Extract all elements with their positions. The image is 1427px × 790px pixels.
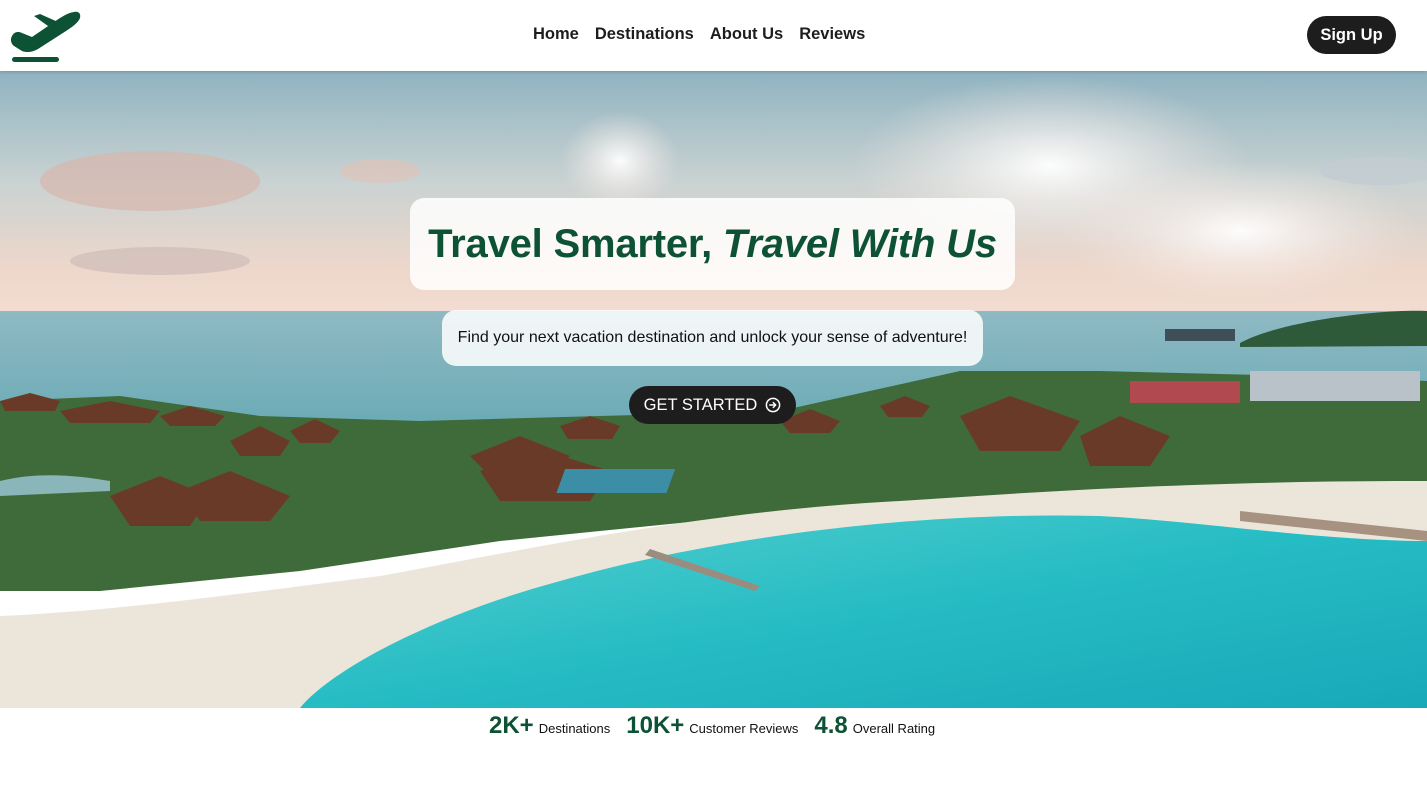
headline-italic: Travel With Us	[722, 221, 997, 266]
nav-destinations-link[interactable]: Destinations	[595, 24, 694, 44]
stat-label: Overall Rating	[852, 721, 936, 736]
airplane-logo-icon[interactable]	[8, 10, 82, 65]
stat-value: 4.8	[814, 712, 848, 739]
sign-up-button[interactable]: Sign Up	[1307, 16, 1396, 54]
main-nav: Home Destinations About Us Reviews	[533, 24, 865, 44]
hero-section: Travel Smarter, Travel With Us Find your…	[0, 71, 1427, 708]
headline-card: Travel Smarter, Travel With Us	[410, 198, 1015, 290]
subtitle-card: Find your next vacation destination and …	[442, 310, 983, 366]
stats-bar: 2K+ Destinations 10K+ Customer Reviews 4…	[489, 712, 951, 740]
nav-reviews-link[interactable]: Reviews	[799, 24, 865, 44]
site-header: Home Destinations About Us Reviews Sign …	[0, 0, 1427, 71]
get-started-button[interactable]: GET STARTED	[629, 386, 796, 424]
stat-label: Customer Reviews	[689, 721, 799, 736]
headline-plain: Travel Smarter,	[428, 221, 723, 266]
stat-value: 2K+	[489, 712, 534, 739]
stat-overall-rating: 4.8 Overall Rating	[814, 712, 935, 740]
hero-headline: Travel Smarter, Travel With Us	[428, 222, 997, 267]
get-started-label: GET STARTED	[643, 395, 758, 414]
hero-subtitle: Find your next vacation destination and …	[457, 329, 968, 346]
nav-home-link[interactable]: Home	[533, 24, 579, 44]
stat-destinations: 2K+ Destinations	[489, 712, 610, 740]
nav-about-us-link[interactable]: About Us	[710, 24, 783, 44]
stat-value: 10K+	[626, 712, 685, 739]
stat-customer-reviews: 10K+ Customer Reviews	[626, 712, 798, 740]
arrow-circle-right-icon	[765, 397, 781, 413]
stat-label: Destinations	[538, 721, 611, 736]
